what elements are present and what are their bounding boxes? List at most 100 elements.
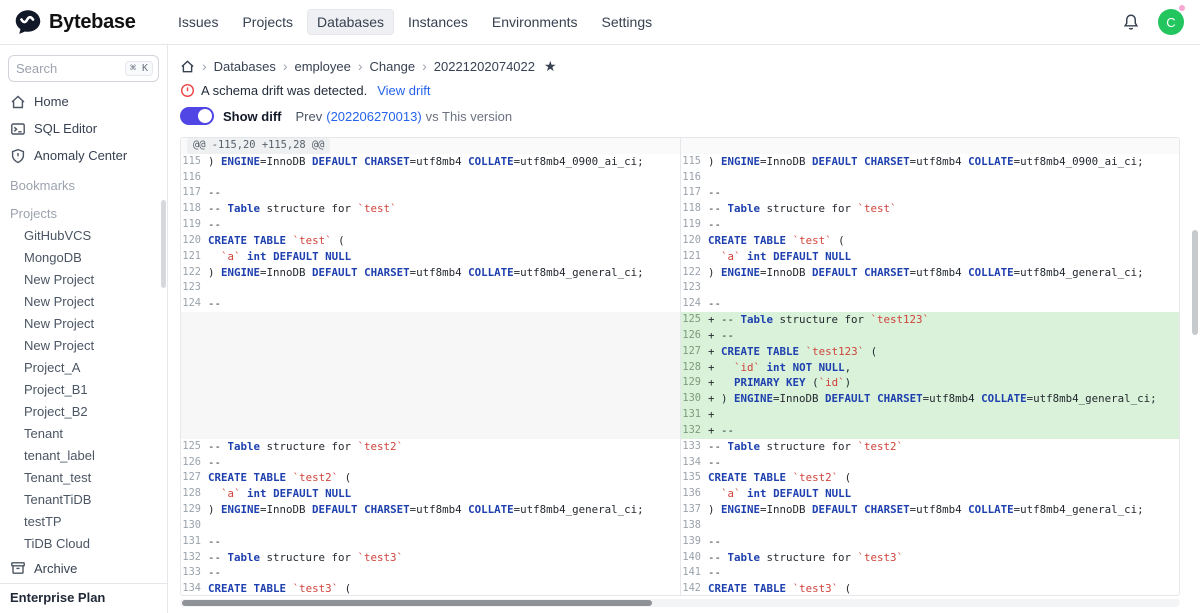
archive-icon [10, 560, 26, 576]
line-number: 130 [681, 391, 708, 407]
line-number [181, 360, 208, 376]
chevron-right-icon: › [202, 59, 207, 73]
sidebar-project-item[interactable]: GitHubVCS [0, 225, 167, 247]
diff-row: 127+ CREATE TABLE `test123` ( [681, 344, 1179, 360]
diff-row: 127CREATE TABLE `test2` ( [181, 470, 680, 486]
plan-label[interactable]: Enterprise Plan [0, 583, 167, 613]
diff-toggle-row: Show diff Prev (202206270013) vs This ve… [180, 103, 1180, 129]
bookmarks-section-label: Bookmarks [0, 169, 167, 197]
sidebar-project-item[interactable]: New Project [0, 335, 167, 357]
nav-item-projects[interactable]: Projects [232, 9, 303, 35]
diff-row: 121 `a` int DEFAULT NULL [181, 249, 680, 265]
line-number: 118 [681, 201, 708, 217]
diff-row: 125-- Table structure for `test2` [181, 439, 680, 455]
project-list: GitHubVCSMongoDBNew ProjectNew ProjectNe… [0, 225, 167, 553]
sidebar-project-item[interactable]: MongoDB [0, 247, 167, 269]
line-number: 115 [181, 154, 208, 170]
prev-version-link[interactable]: (202206270013) [326, 109, 421, 124]
code-line: CREATE TABLE `test2` ( [208, 470, 351, 486]
code-line: -- [708, 185, 721, 201]
breadcrumb-home-icon[interactable] [180, 59, 195, 74]
diff-row: 123 [681, 280, 1179, 296]
code-line: -- Table structure for `test3` [708, 550, 903, 566]
code-line: CREATE TABLE `test` ( [208, 233, 345, 249]
code-line: -- Table structure for `test` [208, 201, 397, 217]
main-content: ›Databases›employee›Change›2022120207402… [168, 45, 1200, 613]
line-number: 122 [681, 265, 708, 281]
sidebar-item-home[interactable]: Home [0, 88, 167, 115]
diff-row: 141-- [681, 565, 1179, 581]
nav-item-issues[interactable]: Issues [168, 9, 228, 35]
show-diff-label: Show diff [223, 109, 282, 124]
breadcrumb-item[interactable]: Databases [214, 59, 276, 74]
diff-row: 117-- [681, 185, 1179, 201]
breadcrumb-item[interactable]: Change [370, 59, 416, 74]
sidebar-item-archive[interactable]: Archive [0, 553, 167, 583]
line-number: 131 [681, 407, 708, 423]
line-number: 132 [681, 423, 708, 439]
avatar[interactable]: C [1158, 9, 1184, 35]
diff-row: 128+ `id` int NOT NULL, [681, 360, 1179, 376]
code-line: ) ENGINE=InnoDB DEFAULT CHARSET=utf8mb4 … [708, 502, 1144, 518]
code-line: + -- [708, 328, 734, 344]
sidebar-project-item[interactable]: New Project [0, 291, 167, 313]
sidebar-project-item[interactable]: tenant_label [0, 445, 167, 467]
search-shortcut: ⌘ K [125, 61, 153, 76]
code-line: + [708, 407, 715, 423]
sidebar-project-item[interactable]: TiDB Cloud [0, 533, 167, 553]
bell-icon[interactable] [1122, 13, 1140, 31]
sidebar-project-item[interactable]: testTP [0, 511, 167, 533]
code-line: + CREATE TABLE `test123` ( [708, 344, 877, 360]
line-number: 120 [681, 233, 708, 249]
prev-label: Prev [296, 109, 323, 124]
diff-row [681, 138, 1179, 154]
view-drift-link[interactable]: View drift [377, 83, 430, 98]
line-number: 124 [181, 296, 208, 312]
diff-row: 129+ PRIMARY KEY (`id`) [681, 375, 1179, 391]
line-number: 133 [181, 565, 208, 581]
diff-row: 133-- [181, 565, 680, 581]
show-diff-toggle[interactable] [180, 107, 214, 125]
sidebar-project-item[interactable]: Project_A [0, 357, 167, 379]
horizontal-scrollbar[interactable] [180, 599, 1180, 607]
diff-row: 120CREATE TABLE `test` ( [181, 233, 680, 249]
sidebar-project-item[interactable]: New Project [0, 269, 167, 291]
search-box[interactable]: ⌘ K [8, 55, 159, 82]
breadcrumb-item[interactable]: employee [295, 59, 351, 74]
brand[interactable]: Bytebase [14, 8, 168, 36]
sidebar-scrollbar[interactable] [161, 200, 166, 288]
nav-item-environments[interactable]: Environments [482, 9, 588, 35]
sidebar-project-item[interactable]: Tenant [0, 423, 167, 445]
code-line: + `id` int NOT NULL, [708, 360, 851, 376]
nav-item-instances[interactable]: Instances [398, 9, 478, 35]
sidebar-item-sql-editor[interactable]: SQL Editor [0, 115, 167, 142]
diff-row: 118-- Table structure for `test` [181, 201, 680, 217]
line-number: 123 [181, 280, 208, 296]
line-number [181, 375, 208, 391]
code-line: ) ENGINE=InnoDB DEFAULT CHARSET=utf8mb4 … [708, 265, 1144, 281]
sidebar-project-item[interactable]: Tenant_test [0, 467, 167, 489]
sidebar-item-anomaly-center[interactable]: Anomaly Center [0, 142, 167, 169]
code-line: -- [708, 296, 721, 312]
line-number: 134 [181, 581, 208, 595]
sidebar-project-item[interactable]: Project_B2 [0, 401, 167, 423]
nav-item-settings[interactable]: Settings [592, 9, 663, 35]
line-number [181, 312, 208, 328]
search-input[interactable] [16, 61, 121, 76]
nav-item-databases[interactable]: Databases [307, 9, 394, 35]
horizontal-scrollbar-thumb[interactable] [182, 600, 652, 606]
breadcrumb-item[interactable]: 20221202074022 [434, 59, 535, 74]
bookmark-star-icon[interactable]: ★ [544, 59, 557, 73]
line-number: 128 [181, 486, 208, 502]
diff-row [181, 360, 680, 376]
alert-text: A schema drift was detected. [201, 83, 367, 98]
code-line: ) ENGINE=InnoDB DEFAULT CHARSET=utf8mb4 … [208, 265, 644, 281]
code-line: -- [708, 217, 721, 233]
sidebar-project-item[interactable]: Project_B1 [0, 379, 167, 401]
diff-row: 115) ENGINE=InnoDB DEFAULT CHARSET=utf8m… [181, 154, 680, 170]
code-line: `a` int DEFAULT NULL [708, 249, 851, 265]
sidebar-project-item[interactable]: TenantTiDB [0, 489, 167, 511]
diff-row: 116 [181, 170, 680, 186]
vertical-scrollbar[interactable] [1192, 230, 1198, 335]
sidebar-project-item[interactable]: New Project [0, 313, 167, 335]
